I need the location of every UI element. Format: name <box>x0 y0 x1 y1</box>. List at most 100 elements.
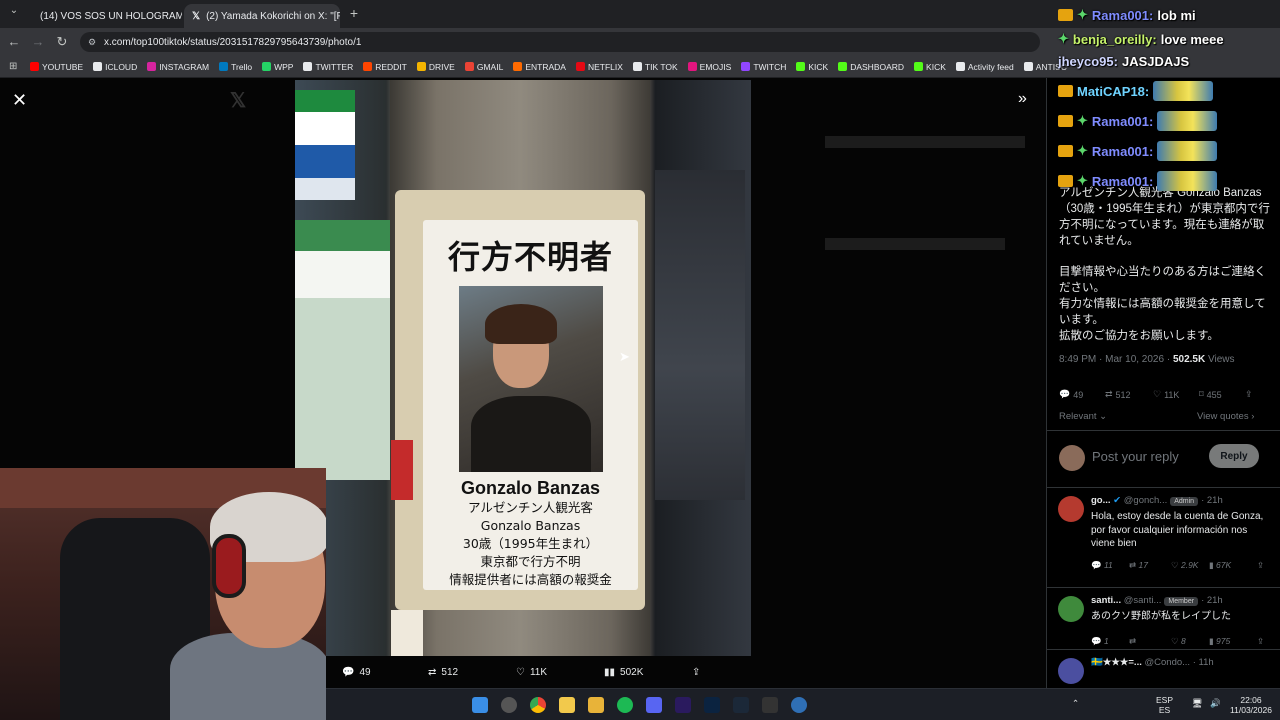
bookmark-item[interactable]: Activity feed <box>955 62 1014 72</box>
clock[interactable]: 22:06 11/03/2026 <box>1226 695 1276 715</box>
tray-chevron-icon[interactable]: ⌃ <box>1072 698 1079 708</box>
share-icon[interactable]: ⇪ <box>1257 560 1264 571</box>
red-sticker <box>391 440 413 500</box>
like-button[interactable]: ♡ 11K <box>1153 389 1179 400</box>
bookmark-item[interactable]: ENTRADA <box>513 62 566 72</box>
chat-text: love meee <box>1160 31 1224 47</box>
bookmark-item[interactable]: WPP <box>262 62 293 72</box>
reply-author[interactable]: go... <box>1091 495 1111 506</box>
view-quotes-link[interactable]: View quotes › <box>1197 411 1254 422</box>
bookmark-item[interactable]: KICK <box>914 62 946 72</box>
reply-handle: @gonch... <box>1123 495 1168 506</box>
views-icon: ▮▮ <box>604 666 616 678</box>
clock-time: 22:06 <box>1240 695 1262 705</box>
streamer-torso <box>170 633 326 720</box>
tab-youtube[interactable]: (14) VOS SOS UN HOLOGRAMA ✕ <box>26 4 182 28</box>
reply-reposts[interactable]: ⇄ 17 <box>1129 560 1148 571</box>
steam-icon[interactable] <box>733 697 749 713</box>
share-button[interactable]: ⇪ <box>1245 389 1253 400</box>
network-icon[interactable]: 🖥 <box>1192 698 1203 708</box>
chat-message: ✦ benja_oreilly: love meee <box>1058 28 1224 50</box>
reply-author[interactable]: 🇸🇪★★★=... <box>1091 657 1142 668</box>
reload-icon[interactable]: ↻ <box>54 34 70 50</box>
reply-input[interactable]: Post your reply <box>1092 449 1179 464</box>
close-viewer-icon[interactable]: ✕ <box>12 90 27 111</box>
reply-likes[interactable]: ♡ 2.9K <box>1171 560 1198 571</box>
reply-replies[interactable]: 💬 11 <box>1091 560 1113 571</box>
bookmark-item[interactable]: TWITTER <box>303 62 353 72</box>
app-icon[interactable] <box>501 697 517 713</box>
chrome-icon[interactable] <box>530 697 546 713</box>
bookmark-item[interactable]: DASHBOARD <box>838 62 904 72</box>
reply-action[interactable]: 💬 49 <box>342 667 371 678</box>
reply-text: Hola, estoy desde la cuenta de Gonza, po… <box>1091 511 1264 549</box>
bookmark-icon <box>513 62 523 71</box>
spotify-icon[interactable] <box>617 697 633 713</box>
poster-line: 情報提供者には高額の報奨金 <box>449 572 612 587</box>
count: 11 <box>1103 560 1113 570</box>
tweet-time[interactable]: 8:49 PM · Mar 10, 2026 · <box>1059 354 1173 365</box>
photoshop-icon[interactable] <box>704 697 720 713</box>
bookmark-item[interactable]: KICK <box>796 62 828 72</box>
obs-icon[interactable] <box>762 697 778 713</box>
share-icon[interactable]: ⇪ <box>1257 636 1264 647</box>
repost-action[interactable]: ⇄ 512 <box>428 667 458 678</box>
language-indicator[interactable]: ESP ES <box>1156 695 1173 715</box>
tab-x-post[interactable]: 𝕏 (2) Yamada Kokorichi on X: "[Fi ✕ <box>184 4 340 28</box>
bookmark-item[interactable]: TIK TOK <box>632 62 678 72</box>
reply-replies[interactable]: 💬 1 <box>1091 636 1109 647</box>
tab-search-icon[interactable]: ⌄ <box>6 5 22 16</box>
bookmark-button[interactable]: ⌑ 455 <box>1199 389 1222 400</box>
share-action[interactable]: ⇪ <box>692 667 700 678</box>
url-field[interactable]: ⚙ x.com/top100tiktok/status/203151782979… <box>80 32 1040 52</box>
bookmark-icon <box>464 62 474 71</box>
chat-username: Rama001: <box>1091 113 1154 129</box>
bookmark-item[interactable]: TWITCH <box>741 62 786 72</box>
tweet-text: アルゼンチン人観光客 Gonzalo Banzas（30歳・1995年生まれ）が… <box>1059 185 1273 359</box>
bookmark-icon <box>416 62 426 71</box>
notes-icon[interactable] <box>559 697 575 713</box>
reply-button[interactable]: 💬 49 <box>1059 389 1083 400</box>
bookmark-item[interactable]: DRIVE <box>416 62 455 72</box>
new-tab-button[interactable]: + <box>346 5 362 21</box>
app-icon[interactable] <box>791 697 807 713</box>
reply-likes[interactable]: ♡ 8 <box>1171 636 1186 647</box>
like-action[interactable]: ♡ 11K <box>516 667 547 678</box>
apps-grid-icon[interactable]: ⊞ <box>9 61 17 72</box>
bookmark-item[interactable]: NETFLIX <box>575 62 623 72</box>
back-icon[interactable]: ← <box>6 34 22 49</box>
bookmark-item[interactable]: GMAIL <box>464 62 503 72</box>
site-info-icon[interactable]: ⚙ <box>88 37 96 48</box>
chat-text: lob mi <box>1157 7 1196 23</box>
views-action[interactable]: ▮▮ 502K <box>604 667 643 678</box>
expand-chevron-icon[interactable]: » <box>1018 90 1027 108</box>
start-icon[interactable] <box>472 697 488 713</box>
reply-author[interactable]: santi... <box>1091 595 1121 606</box>
bookmark-item[interactable]: Trello <box>219 62 252 72</box>
reply-reposts[interactable]: ⇄ <box>1129 636 1136 647</box>
folder-icon[interactable] <box>588 697 604 713</box>
reply-text: あのクソ野郎が私をレイプした <box>1091 611 1231 622</box>
avatar <box>1059 445 1085 471</box>
reply-submit-button[interactable]: Reply <box>1209 444 1259 468</box>
bookmark-item[interactable]: ICLOUD <box>93 62 137 72</box>
bookmark-item[interactable]: REDDIT <box>363 62 407 72</box>
bookmark-item[interactable]: INSTAGRAM <box>147 62 209 72</box>
reply-item[interactable]: go... ✔ @gonch... Admin · 21h Hola, estoy … <box>1047 488 1280 588</box>
forward-icon[interactable]: → <box>30 34 46 49</box>
bookmark-item[interactable]: EMOJIS <box>687 62 731 72</box>
bookmark-icon <box>147 62 157 71</box>
sort-dropdown[interactable]: Relevant ⌄ <box>1059 411 1107 422</box>
reply-views[interactable]: ▮ 67K <box>1209 560 1231 571</box>
tweet-photo[interactable]: 行方不明者 Gonzalo Banzas アルゼンチン人観光客 Gonzalo … <box>295 80 751 656</box>
discord-icon[interactable] <box>646 697 662 713</box>
bookmark-item[interactable]: YOUTUBE <box>30 62 83 72</box>
reply-views[interactable]: ▮ 975 <box>1209 636 1230 647</box>
like-icon: ♡ <box>1153 389 1162 399</box>
volume-icon[interactable]: 🔊 <box>1210 698 1221 708</box>
repost-button[interactable]: ⇄ 512 <box>1105 389 1131 400</box>
reply-item[interactable]: 🇸🇪★★★=... @Condo... · 11h <box>1047 650 1280 688</box>
reply-item[interactable]: santi... @santi... Member · 21h あのクソ野郎が私をレ… <box>1047 588 1280 650</box>
webcam-overlay <box>0 468 326 720</box>
premiere-icon[interactable] <box>675 697 691 713</box>
